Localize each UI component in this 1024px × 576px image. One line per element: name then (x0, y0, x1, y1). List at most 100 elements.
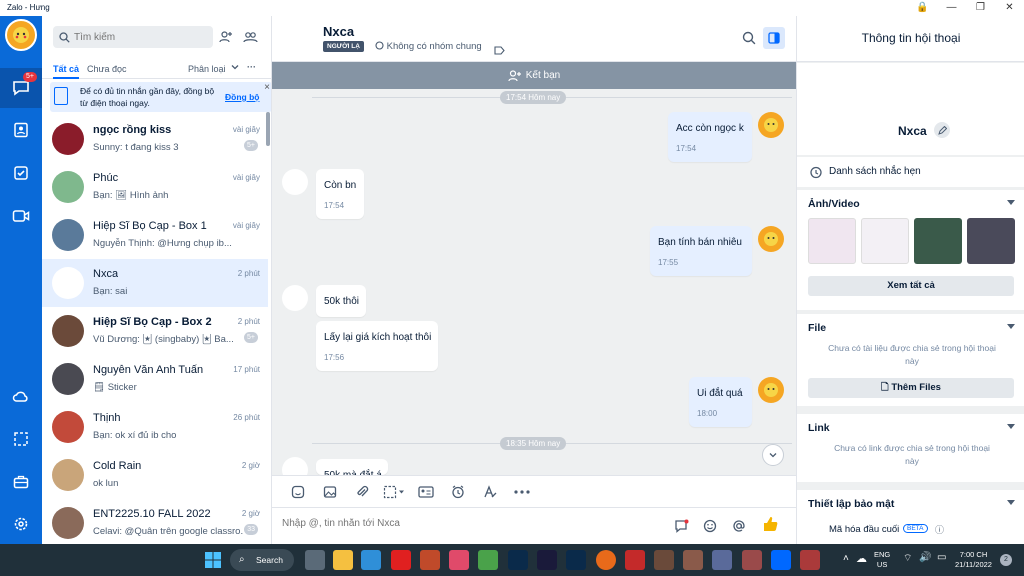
message-bubble[interactable]: Lấy lại giá kích hoạt thôi 17:56 (316, 321, 438, 371)
conversation-item[interactable]: Hiệp Sĩ Bọ Cạp - Box 1 Nguyễn Thịnh: @Hưn… (42, 211, 268, 259)
app-icon[interactable] (654, 550, 674, 570)
file-title[interactable]: File (808, 322, 826, 334)
sort-dropdown[interactable]: Phân loại (188, 64, 226, 74)
add-files-button[interactable]: 🗋 Thêm Files (808, 378, 1014, 398)
firefox-icon[interactable] (596, 550, 616, 570)
list-scrollbar[interactable] (266, 112, 270, 146)
chat-search-button[interactable] (742, 31, 756, 50)
nav-video-call[interactable] (0, 196, 42, 236)
photoshop-icon[interactable] (566, 550, 586, 570)
quick-message-button[interactable] (672, 517, 690, 535)
clock[interactable]: 7:00 CH 21/11/2022 (955, 550, 992, 570)
reminder-list-row[interactable]: Danh sách nhắc hẹn (797, 157, 1024, 187)
minimize-button[interactable]: — (937, 0, 966, 16)
app-icon[interactable] (683, 550, 703, 570)
sticker-button[interactable] (282, 476, 314, 508)
app-icon[interactable] (449, 550, 469, 570)
contact-card-button[interactable] (410, 476, 442, 508)
media-thumbnail[interactable] (967, 218, 1015, 264)
maximize-button[interactable]: ❐ (966, 0, 995, 16)
reminder-button[interactable] (442, 476, 474, 508)
media-title[interactable]: Ảnh/Video (808, 198, 860, 210)
tab-unread[interactable]: Chưa đọc (87, 64, 127, 74)
media-thumbnail[interactable] (808, 218, 856, 264)
message-bubble[interactable]: Còn bn 17:54 (316, 169, 364, 219)
app-icon[interactable] (420, 550, 440, 570)
tag-icon[interactable] (494, 42, 505, 60)
media-thumbnail[interactable] (861, 218, 909, 264)
message-input[interactable] (282, 518, 642, 529)
user-avatar[interactable] (5, 19, 37, 51)
conversation-item[interactable]: Thịnh Bạn: ok xí đủ ib cho 26 phút (42, 403, 268, 451)
nav-toolbox[interactable] (0, 462, 42, 502)
message-avatar[interactable] (282, 169, 308, 195)
battery-icon[interactable]: ▭ (937, 552, 946, 563)
media-thumbnail[interactable] (914, 218, 962, 264)
app-icon[interactable] (712, 550, 732, 570)
lock-icon[interactable]: 🔒 (908, 0, 937, 16)
wifi-icon[interactable]: ⌔ (903, 552, 912, 565)
search-input[interactable] (74, 31, 204, 43)
scroll-down-button[interactable] (762, 444, 784, 466)
photoshop-icon[interactable] (508, 550, 528, 570)
screenshot-button[interactable] (378, 476, 410, 508)
edit-name-button[interactable] (934, 122, 950, 138)
chevron-down-icon[interactable] (1007, 500, 1015, 505)
conversation-item[interactable]: Nguyễn Văn Anh Tuấn 🗒 Sticker 17 phút (42, 355, 268, 403)
wps-office-icon[interactable] (391, 550, 411, 570)
zalo-taskbar-icon[interactable] (771, 550, 791, 570)
app-icon[interactable] (625, 550, 645, 570)
close-button[interactable]: ✕ (995, 0, 1024, 16)
mention-button[interactable] (730, 517, 748, 535)
create-group-button[interactable] (241, 28, 259, 46)
chevron-down-icon[interactable] (1007, 324, 1015, 329)
message-avatar[interactable] (282, 285, 308, 311)
image-button[interactable] (314, 476, 346, 508)
app-icon[interactable] (742, 550, 762, 570)
message-avatar[interactable] (758, 377, 784, 403)
more-tools-button[interactable] (506, 476, 538, 508)
volume-icon[interactable]: 🔊 (919, 552, 931, 563)
attach-button[interactable] (346, 476, 378, 508)
nav-todo[interactable] (0, 153, 42, 193)
nav-settings[interactable] (0, 504, 42, 544)
search-box[interactable] (53, 26, 213, 48)
security-title[interactable]: Thiết lập bảo mật (808, 498, 894, 510)
message-bubble[interactable]: Bạn tính bán nhiêu 17:55 (650, 226, 752, 276)
conversation-item[interactable]: Nxca Bạn: sai 2 phút (42, 259, 268, 307)
common-groups[interactable]: Không có nhóm chung (375, 41, 482, 52)
chat-title[interactable]: Nxca (323, 24, 354, 39)
view-all-media-button[interactable]: Xem tất cả (808, 276, 1014, 296)
nav-contacts[interactable] (0, 110, 42, 150)
message-bubble[interactable]: 50k mà đắt á (316, 459, 388, 475)
chevron-up-icon[interactable]: ˄ (843, 553, 849, 564)
language-indicator[interactable]: ENG US (874, 550, 890, 570)
chevron-down-icon[interactable] (1007, 200, 1015, 205)
notification-badge[interactable]: 2 (1000, 554, 1012, 566)
message-bubble[interactable]: Acc còn ngọc k 17:54 (668, 112, 752, 162)
sync-link[interactable]: Đồng bộ (225, 91, 259, 103)
message-avatar[interactable] (758, 226, 784, 252)
conversation-item[interactable]: Cold Rain ok lun 2 giờ (42, 451, 268, 499)
message-bubble[interactable]: 50k thôi (316, 285, 366, 317)
conversation-item[interactable]: ngọc rồng kiss Sunny: t đang kiss 3 vài gi… (42, 115, 268, 163)
nav-cloud[interactable] (0, 376, 42, 416)
nav-messages[interactable]: 5+ (0, 68, 42, 108)
format-text-button[interactable] (474, 476, 506, 508)
tab-all[interactable]: Tất cả (53, 64, 79, 74)
task-view-icon[interactable] (305, 550, 325, 570)
windows-start-icon[interactable] (203, 550, 223, 570)
cloud-icon[interactable]: ☁ (856, 552, 867, 565)
close-icon[interactable]: × (264, 82, 270, 94)
add-friend-button[interactable] (217, 28, 235, 46)
message-avatar[interactable] (758, 112, 784, 138)
help-icon[interactable]: ⓘ (935, 523, 944, 536)
more-options-button[interactable]: ··· (247, 62, 256, 72)
chevron-down-icon[interactable] (230, 62, 240, 74)
link-title[interactable]: Link (808, 422, 830, 434)
nav-screenshot[interactable] (0, 419, 42, 459)
emoji-button[interactable] (701, 517, 719, 535)
toggle-info-panel-button[interactable] (763, 27, 785, 49)
add-friend-bar[interactable]: Kết bạn (272, 62, 796, 89)
app-icon[interactable] (800, 550, 820, 570)
